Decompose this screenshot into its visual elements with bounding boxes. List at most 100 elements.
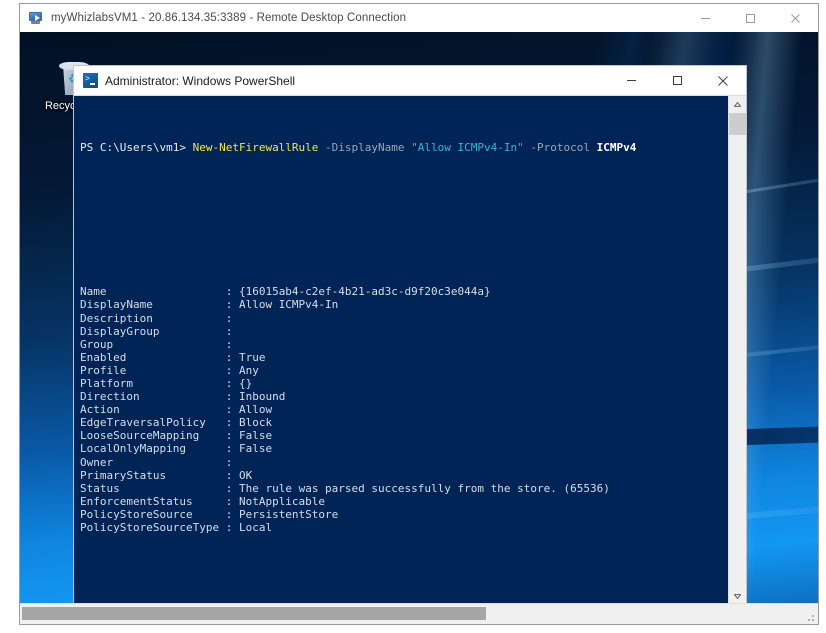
output-key: Group <box>80 337 114 351</box>
output-row: PolicyStoreSource : PersistentStore <box>80 508 728 521</box>
output-key: Platform <box>80 376 133 390</box>
output-value: False <box>238 429 273 443</box>
rdp-close-button[interactable] <box>773 4 818 32</box>
powershell-window-controls <box>608 66 746 95</box>
remote-desktop-canvas[interactable]: ♻ Recycle Bin > Administrator: Windows P… <box>20 32 818 603</box>
output-row: Enabled : True <box>80 351 728 364</box>
output-separator: : <box>185 442 239 456</box>
output-row: LocalOnlyMapping : False <box>80 442 728 455</box>
command-param-protocol: -Protocol <box>523 141 597 155</box>
resize-grip[interactable] <box>804 611 816 623</box>
output-row: EdgeTraversalPolicy : Block <box>80 416 728 429</box>
output-row: EnforcementStatus : NotApplicable <box>80 495 728 508</box>
output-row: Platform : {} <box>80 377 728 390</box>
output-key: DisplayGroup <box>80 324 160 338</box>
output-key: EdgeTraversalPolicy <box>80 416 206 430</box>
remote-desktop[interactable]: ♻ Recycle Bin > Administrator: Windows P… <box>20 32 818 603</box>
command-param-displayname: -DisplayName <box>318 141 412 155</box>
rdp-window-controls <box>683 4 818 32</box>
output-separator: : <box>126 350 239 364</box>
powershell-scrollbar-thumb[interactable] <box>729 113 746 135</box>
powershell-close-button[interactable] <box>700 66 746 95</box>
output-value: Local <box>238 521 273 534</box>
output-row: Name : {16015ab4-c2ef-4b21-ad3c-d9f20c3e… <box>80 285 728 298</box>
output-separator: : <box>132 376 239 390</box>
firewall-rule-output: Name : {16015ab4-c2ef-4b21-ad3c-d9f20c3e… <box>80 285 728 534</box>
rdp-horizontal-scrollbar[interactable] <box>20 603 818 624</box>
command-line: PS C:\Users\vm1> New-NetFirewallRule -Di… <box>80 141 728 154</box>
output-row: Profile : Any <box>80 364 728 377</box>
command-prompt: PS C:\Users\vm1> <box>80 141 193 155</box>
command-displayname-value: "Allow ICMPv4-In" <box>411 141 524 155</box>
output-value: Inbound <box>238 390 286 404</box>
output-value: Block <box>238 416 273 430</box>
output-separator: : <box>192 507 239 521</box>
powershell-body: PS C:\Users\vm1> New-NetFirewallRule -Di… <box>74 96 746 603</box>
output-key: LooseSourceMapping <box>80 429 200 443</box>
output-row: Status : The rule was parsed successfull… <box>80 482 728 495</box>
output-separator: : <box>113 337 239 351</box>
powershell-maximize-button[interactable] <box>654 66 700 95</box>
remote-desktop-icon <box>28 10 44 26</box>
output-value: Allow <box>238 403 273 417</box>
powershell-minimize-button[interactable] <box>608 66 654 95</box>
powershell-vertical-scrollbar[interactable] <box>728 96 746 603</box>
output-key: Owner <box>80 455 114 469</box>
command-protocol-value: ICMPv4 <box>596 141 637 155</box>
output-key: Status <box>80 481 120 495</box>
rdp-maximize-button[interactable] <box>728 4 773 32</box>
output-row: DisplayGroup : <box>80 325 728 338</box>
output-row: Group : <box>80 338 728 351</box>
scroll-up-button[interactable] <box>729 96 746 113</box>
output-value: {16015ab4-c2ef-4b21-ad3c-d9f20c3e044a} <box>238 285 491 299</box>
powershell-window: > Administrator: Windows PowerShell PS C… <box>74 66 746 603</box>
rdp-title-text: myWhizlabsVM1 - 20.86.134.35:3389 - Remo… <box>51 12 407 24</box>
output-separator: : <box>166 468 239 482</box>
rdp-minimize-button[interactable] <box>683 4 728 32</box>
powershell-titlebar[interactable]: > Administrator: Windows PowerShell <box>74 66 746 96</box>
output-row: Direction : Inbound <box>80 390 728 403</box>
output-key: EnforcementStatus <box>80 494 193 508</box>
output-key: Enabled <box>80 350 127 364</box>
output-separator: : <box>106 285 239 299</box>
output-value: {} <box>238 376 253 390</box>
output-separator: : <box>139 390 239 404</box>
output-row: PolicyStoreSourceType : Local <box>80 521 728 534</box>
powershell-console[interactable]: PS C:\Users\vm1> New-NetFirewallRule -Di… <box>74 96 728 603</box>
output-key: Action <box>80 403 120 417</box>
output-separator: : <box>119 481 239 495</box>
output-separator: : <box>205 416 239 430</box>
output-value: NotApplicable <box>238 494 326 508</box>
output-row: LooseSourceMapping : False <box>80 429 728 442</box>
output-value: OK <box>238 468 253 482</box>
output-row: PrimaryStatus : OK <box>80 469 728 482</box>
output-separator: : <box>119 403 239 417</box>
output-key: Name <box>80 285 107 299</box>
output-separator: : <box>152 298 239 312</box>
output-value: Any <box>238 363 259 377</box>
command-cmdlet: New-NetFirewallRule <box>192 141 319 155</box>
output-separator: : <box>126 363 239 377</box>
output-value: The rule was parsed successfully from th… <box>238 481 610 495</box>
output-key: Profile <box>80 363 127 377</box>
output-key: LocalOnlyMapping <box>80 442 186 456</box>
output-separator: : <box>219 521 239 534</box>
output-key: Description <box>80 311 153 325</box>
output-key: Direction <box>80 390 140 404</box>
output-separator: : <box>199 429 239 443</box>
output-separator: : <box>113 455 239 469</box>
output-row: Owner : <box>80 456 728 469</box>
output-value: PersistentStore <box>238 507 339 521</box>
output-key: PolicyStoreSourceType <box>80 521 220 534</box>
powershell-icon: > <box>83 73 98 88</box>
output-key: DisplayName <box>80 298 153 312</box>
output-value: False <box>238 442 273 456</box>
scroll-down-button[interactable] <box>729 588 746 603</box>
output-row: Description : <box>80 312 728 325</box>
output-separator: : <box>152 311 239 325</box>
output-key: PolicyStoreSource <box>80 507 193 521</box>
rdp-scrollbar-thumb[interactable] <box>22 607 486 620</box>
rdp-titlebar[interactable]: myWhizlabsVM1 - 20.86.134.35:3389 - Remo… <box>20 4 818 32</box>
powershell-title-text: Administrator: Windows PowerShell <box>105 73 296 88</box>
output-key: PrimaryStatus <box>80 468 167 482</box>
